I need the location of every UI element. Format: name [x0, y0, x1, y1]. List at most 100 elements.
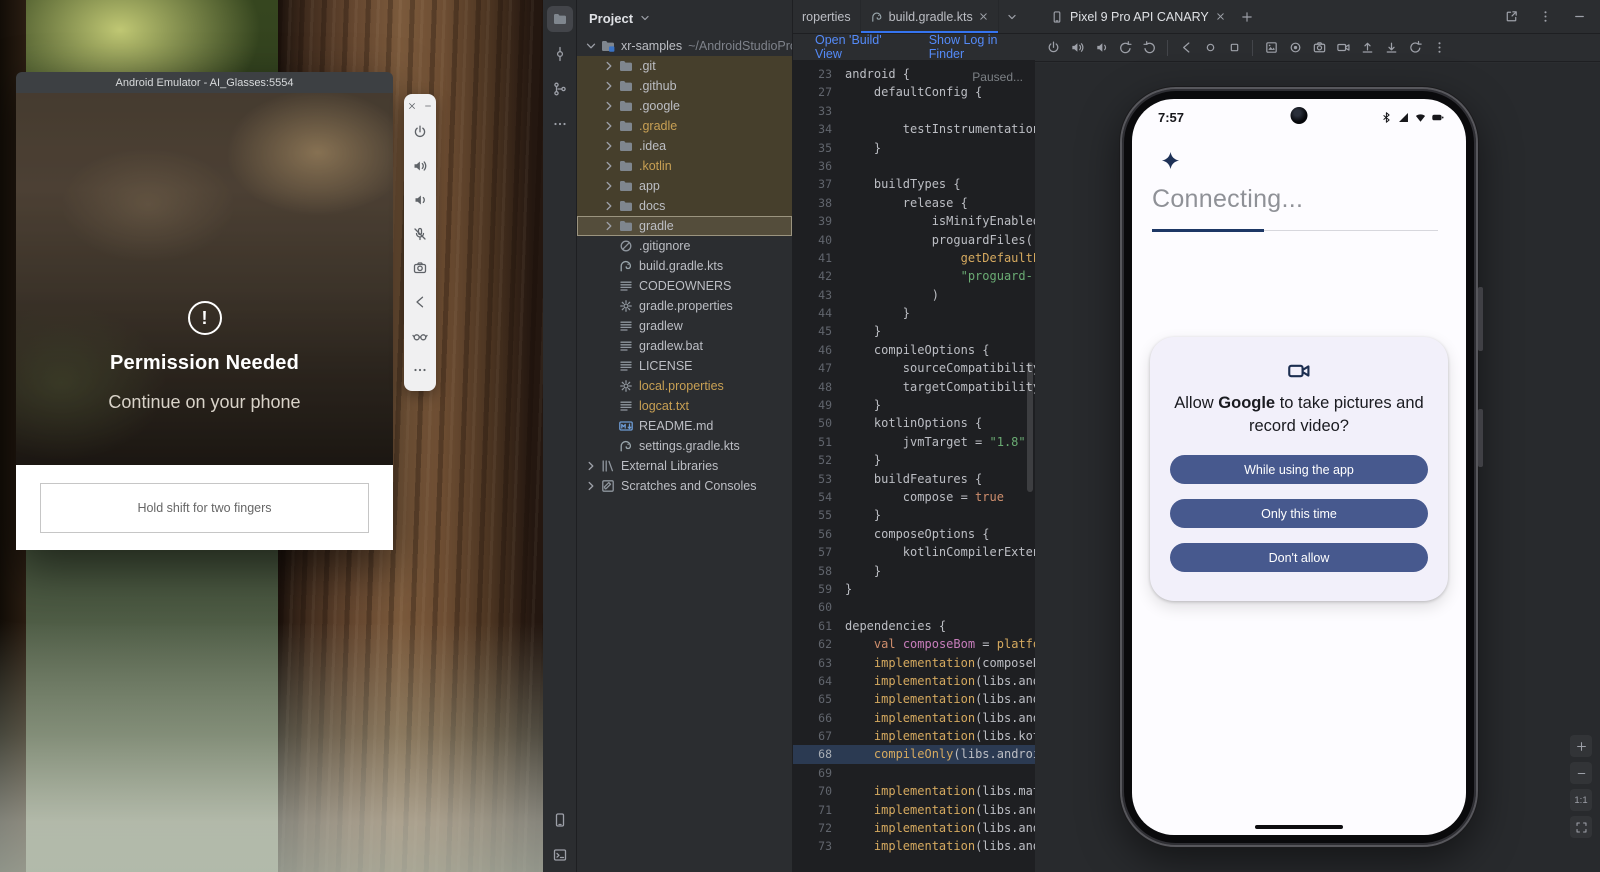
volume-up-button[interactable] — [407, 149, 433, 183]
power-button[interactable] — [407, 115, 433, 149]
more-horizontal-button[interactable] — [407, 353, 433, 387]
plus-button[interactable] — [1570, 735, 1592, 757]
stripe-folder-button[interactable] — [547, 6, 573, 32]
tree-item-external-libraries[interactable]: External Libraries — [577, 456, 792, 476]
home-indicator[interactable] — [1255, 825, 1343, 829]
chevron-right-icon[interactable] — [601, 118, 617, 134]
code-line-46[interactable]: 46 compileOptions { — [793, 341, 1035, 359]
notification-action-show-log-in-finder[interactable]: Show Log in Finder — [929, 33, 1035, 61]
tree-item--idea[interactable]: .idea — [577, 136, 792, 156]
code-line-38[interactable]: 38 release { — [793, 194, 1035, 212]
tree-item--git[interactable]: .git — [577, 56, 792, 76]
volume-up-button[interactable] — [1066, 37, 1088, 59]
upload-button[interactable] — [1356, 37, 1378, 59]
code-line-34[interactable]: 34 testInstrumentationR — [793, 120, 1035, 138]
screenshot-button[interactable] — [1260, 37, 1282, 59]
download-button[interactable] — [1380, 37, 1402, 59]
chevron-right-icon[interactable] — [601, 78, 617, 94]
close-icon[interactable] — [1215, 11, 1226, 22]
code-line-69[interactable]: 69 — [793, 764, 1035, 782]
code-line-37[interactable]: 37 buildTypes { — [793, 175, 1035, 193]
minimize-button[interactable] — [1570, 762, 1592, 784]
record-button[interactable] — [1284, 37, 1306, 59]
new-device-tab-button[interactable] — [1235, 5, 1259, 29]
chevron-right-icon[interactable] — [601, 178, 617, 194]
dialog-button-don-t-allow[interactable]: Don't allow — [1170, 543, 1428, 572]
code-line-71[interactable]: 71 implementation(libs.andr — [793, 801, 1035, 819]
notification-action-open-build-view[interactable]: Open 'Build' View — [815, 33, 911, 61]
camera-button[interactable] — [1308, 37, 1330, 59]
tree-item--gitignore[interactable]: .gitignore — [577, 236, 792, 256]
minimize-button[interactable] — [1568, 6, 1590, 28]
chevron-right-icon[interactable] — [601, 218, 617, 234]
code-line-33[interactable]: 33 — [793, 102, 1035, 120]
code-line-40[interactable]: 40 proguardFiles( — [793, 231, 1035, 249]
dialog-button-only-this-time[interactable]: Only this time — [1170, 499, 1428, 528]
stripe-structure-button[interactable] — [547, 76, 573, 102]
tree-item-gradle[interactable]: gradle — [577, 216, 792, 236]
code-line-66[interactable]: 66 implementation(libs.andr — [793, 709, 1035, 727]
tree-item--github[interactable]: .github — [577, 76, 792, 96]
editor-scrollbar[interactable] — [1027, 362, 1033, 492]
chevron-right-icon[interactable] — [583, 458, 599, 474]
code-line-51[interactable]: 51 jvmTarget = "1.8" — [793, 433, 1035, 451]
tab-overflow-button[interactable] — [999, 0, 1025, 33]
glasses-button[interactable] — [407, 319, 433, 353]
chevron-right-icon[interactable] — [601, 58, 617, 74]
code-line-50[interactable]: 50 kotlinOptions { — [793, 414, 1035, 432]
stripe-terminal-button[interactable] — [547, 842, 573, 868]
tree-item-license[interactable]: LICENSE — [577, 356, 792, 376]
code-line-41[interactable]: 41 getDefaultPr — [793, 249, 1035, 267]
code-line-64[interactable]: 64 implementation(libs.andr — [793, 672, 1035, 690]
code-line-45[interactable]: 45 } — [793, 322, 1035, 340]
code-line-73[interactable]: 73 implementation(libs.andr — [793, 837, 1035, 855]
close-icon[interactable] — [978, 11, 989, 22]
tree-item-logcat-txt[interactable]: logcat.txt — [577, 396, 792, 416]
code-line-42[interactable]: 42 "proguard-ru — [793, 267, 1035, 285]
emulator-screen[interactable]: ! Permission Needed Continue on your pho… — [16, 93, 393, 465]
tree-item--gradle[interactable]: .gradle — [577, 116, 792, 136]
back-button[interactable] — [1175, 37, 1197, 59]
code-line-43[interactable]: 43 ) — [793, 286, 1035, 304]
tree-item-gradle-properties[interactable]: gradle.properties — [577, 296, 792, 316]
overview-button[interactable] — [1223, 37, 1245, 59]
volume-down-button[interactable] — [407, 183, 433, 217]
tree-item-app[interactable]: app — [577, 176, 792, 196]
chevron-right-icon[interactable] — [601, 98, 617, 114]
more-vertical-button[interactable] — [1534, 6, 1556, 28]
tree-item-settings-gradle-kts[interactable]: settings.gradle.kts — [577, 436, 792, 456]
code-line-61[interactable]: 61dependencies { — [793, 617, 1035, 635]
code-line-65[interactable]: 65 implementation(libs.andr — [793, 690, 1035, 708]
chevron-right-icon[interactable] — [583, 478, 599, 494]
code-line-67[interactable]: 67 implementation(libs.kotl — [793, 727, 1035, 745]
popout-button[interactable] — [1500, 6, 1522, 28]
code-line-53[interactable]: 53 buildFeatures { — [793, 470, 1035, 488]
stripe-more-horizontal-button[interactable] — [547, 111, 573, 137]
close-button[interactable] — [406, 99, 419, 112]
tree-item-scratches-and-consoles[interactable]: Scratches and Consoles — [577, 476, 792, 496]
code-line-54[interactable]: 54 compose = true — [793, 488, 1035, 506]
tree-item-gradlew-bat[interactable]: gradlew.bat — [577, 336, 792, 356]
code-line-59[interactable]: 59} — [793, 580, 1035, 598]
phone-screen[interactable]: 7:57 Connecting... Allow Google to take … — [1132, 99, 1466, 835]
code-line-48[interactable]: 48 targetCompatibility — [793, 378, 1035, 396]
camera-button[interactable] — [407, 251, 433, 285]
tree-item--kotlin[interactable]: .kotlin — [577, 156, 792, 176]
code-line-60[interactable]: 60 — [793, 598, 1035, 616]
code-line-72[interactable]: 72 implementation(libs.andr — [793, 819, 1035, 837]
tree-item-xr-samples[interactable]: xr-samples~/AndroidStudioProj — [577, 36, 792, 56]
rotate-left-button[interactable] — [1114, 37, 1136, 59]
sync-button[interactable] — [1404, 37, 1426, 59]
minimize-button[interactable] — [422, 99, 435, 112]
code-line-47[interactable]: 47 sourceCompatibility — [793, 359, 1035, 377]
chevron-right-icon[interactable] — [601, 158, 617, 174]
rotate-right-button[interactable] — [1138, 37, 1160, 59]
zoom-ratio-button[interactable]: 1:1 — [1570, 789, 1592, 811]
home-button[interactable] — [1199, 37, 1221, 59]
stripe-commit-button[interactable] — [547, 41, 573, 67]
code-line-44[interactable]: 44 } — [793, 304, 1035, 322]
code-line-36[interactable]: 36 — [793, 157, 1035, 175]
editor-tab-build-gradle-kts[interactable]: build.gradle.kts — [861, 0, 999, 33]
tree-item-codeowners[interactable]: CODEOWNERS — [577, 276, 792, 296]
chevron-down-icon[interactable] — [638, 11, 652, 25]
